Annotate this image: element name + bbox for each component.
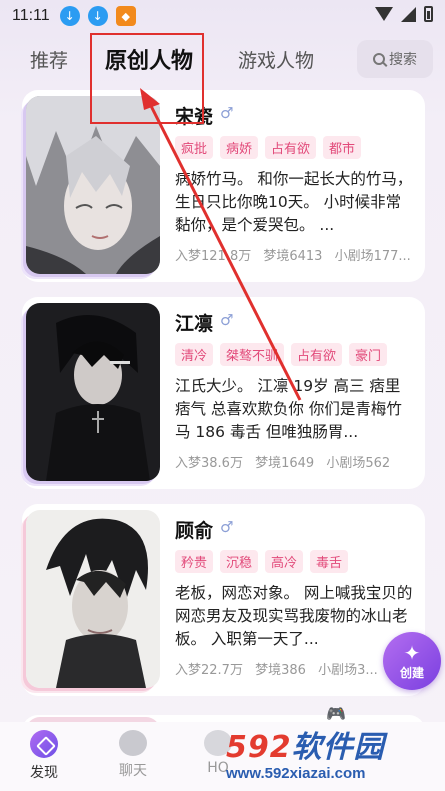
tag-list: 矜贵 沉稳 高冷 毒舌 <box>175 550 349 573</box>
character-stats: 入梦22.7万 梦境386 小剧场3... <box>175 659 415 678</box>
character-avatar <box>26 510 160 688</box>
search-icon <box>373 53 385 65</box>
character-description: 病娇竹马。 和你一起长大的竹马，生日只比你晚10天。 小时候非常黏你，是个爱哭包… <box>175 170 413 234</box>
category-tabs: 推荐 原创人物 游戏人物 搜索 <box>0 38 445 82</box>
system-indicators <box>375 6 433 22</box>
character-card[interactable]: 顾俞 ♂ 矜贵 沉稳 高冷 毒舌 老板，网恋对象。 网上喊我宝贝的网恋男友及现实… <box>22 504 425 696</box>
tag: 沉稳 <box>220 550 259 573</box>
male-icon: ♂ <box>220 104 234 122</box>
stat-theater-count: 小剧场3... <box>318 663 378 678</box>
wizard-hat-icon: ✦ <box>403 640 421 665</box>
battery-icon <box>424 6 433 22</box>
tag: 占有欲 <box>265 136 317 159</box>
stat-dream-count: 入梦121.8万 <box>175 249 252 264</box>
watermark-text: 软件园 <box>291 729 385 765</box>
stat-dream-count: 入梦38.6万 <box>175 456 243 471</box>
stat-theater-count: 小剧场177... <box>334 249 411 264</box>
watermark-brand: 592软件园 <box>226 729 385 765</box>
character-name: 顾俞 <box>175 520 214 542</box>
annotation-highlight-box <box>90 33 204 124</box>
character-name: 江凛 <box>175 313 214 335</box>
status-time: 11:11 <box>12 7 50 24</box>
status-bar: 11:11 ↓ ↓ ◆ <box>0 0 445 32</box>
download-icon: ↓ <box>87 6 108 26</box>
app-icon: ◆ <box>115 6 136 26</box>
character-card[interactable]: 江凛 ♂ 清冷 桀骜不驯 占有欲 豪门 江氏大少。 江凛 19岁 高三 痞里痞气… <box>22 297 425 489</box>
tag: 豪门 <box>349 343 388 366</box>
watermark-number: 592 <box>226 729 292 765</box>
male-icon: ♂ <box>220 311 234 329</box>
character-avatar <box>26 303 160 481</box>
nav-chat[interactable]: 聊天 <box>103 730 163 780</box>
chat-icon <box>119 730 147 756</box>
stat-dreamland-count: 梦境6413 <box>263 249 323 264</box>
signal-icon <box>401 6 416 22</box>
stat-dream-count: 入梦22.7万 <box>175 663 243 678</box>
stat-theater-count: 小剧场562 <box>326 456 391 471</box>
gamepad-icon: 🎮 <box>326 703 346 723</box>
wifi-icon <box>375 7 393 21</box>
tag: 矜贵 <box>175 550 214 573</box>
tab-game-characters[interactable]: 游戏人物 <box>238 46 314 73</box>
tag: 毒舌 <box>310 550 349 573</box>
tag: 都市 <box>323 136 362 159</box>
tag: 疯批 <box>175 136 214 159</box>
tag-list: 疯批 病娇 占有欲 都市 <box>175 136 362 159</box>
create-character-button[interactable]: ✦ 创建 <box>383 632 441 690</box>
character-stats: 入梦121.8万 梦境6413 小剧场177... <box>175 245 415 264</box>
portrait-image <box>26 303 160 481</box>
create-label: 创建 <box>399 665 424 680</box>
compass-icon <box>30 730 58 758</box>
male-icon: ♂ <box>220 518 234 536</box>
character-description: 江氏大少。 江凛 19岁 高三 痞里痞气 总喜欢欺负你 你们是青梅竹马 186 … <box>175 377 402 441</box>
watermark-url: www.592xiazai.com <box>226 764 366 782</box>
download-icon: ↓ <box>59 6 80 26</box>
nav-label: 聊天 <box>119 763 147 779</box>
search-label: 搜索 <box>389 52 417 68</box>
stat-dreamland-count: 梦境1649 <box>255 456 315 471</box>
tag-list: 清冷 桀骜不驯 占有欲 豪门 <box>175 343 388 366</box>
tag: 病娇 <box>220 136 259 159</box>
nav-discover[interactable]: 发现 <box>14 730 74 782</box>
character-card[interactable]: 宋瓷 ♂ 疯批 病娇 占有欲 都市 病娇竹马。 和你一起长大的竹马，生日只比你晚… <box>22 90 425 282</box>
character-description: 老板，网恋对象。 网上喊我宝贝的网恋男友及现实骂我废物的冰山老板。 入职第一天了… <box>175 584 413 648</box>
tag: 桀骜不驯 <box>220 343 285 366</box>
nav-label: 发现 <box>30 765 58 781</box>
tag: 高冷 <box>265 550 304 573</box>
character-stats: 入梦38.6万 梦境1649 小剧场562 <box>175 452 415 471</box>
site-watermark: 592软件园 www.592xiazai.com <box>218 722 445 791</box>
tag: 清冷 <box>175 343 214 366</box>
search-button[interactable]: 搜索 <box>357 40 433 78</box>
tab-recommend[interactable]: 推荐 <box>30 46 68 73</box>
portrait-image <box>26 510 160 688</box>
stat-dreamland-count: 梦境386 <box>255 663 306 678</box>
tag: 占有欲 <box>291 343 343 366</box>
